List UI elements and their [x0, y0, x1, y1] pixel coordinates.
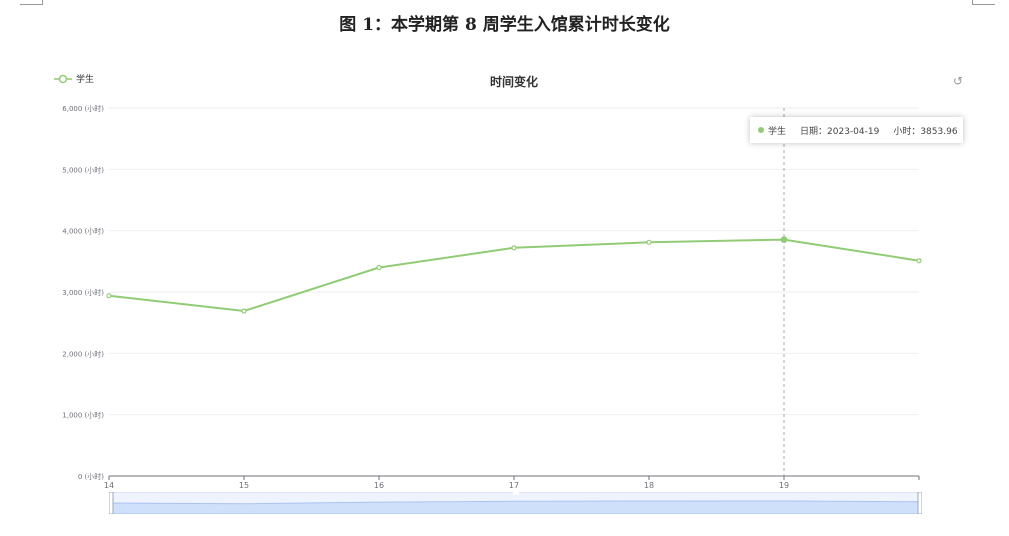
chart-tooltip: 学生 日期：2023-04-19 小时：3853.96 — [750, 117, 963, 143]
series-point[interactable] — [376, 264, 382, 271]
series-point[interactable] — [241, 308, 247, 314]
tooltip-series-label: 学生 — [768, 126, 787, 137]
datazoom-slider[interactable] — [109, 492, 922, 514]
series-point[interactable] — [511, 245, 517, 251]
datazoom-handle-left[interactable] — [109, 492, 114, 514]
x-tick-label: 17 — [509, 481, 519, 490]
y-tick-label: 3,000 (小时) — [62, 288, 104, 297]
y-tick-label: 0 (小时) — [78, 472, 104, 481]
x-tick-label: 19 — [779, 481, 789, 490]
tooltip-date: 日期：2023-04-19 — [800, 126, 880, 137]
line-chart: 0 (小时) 1,000 (小时) 2,000 (小时) 3,000 (小时) 4,00… — [62, 104, 922, 490]
series-point[interactable] — [106, 293, 112, 299]
tooltip-series-dot-icon — [758, 127, 764, 133]
series-point[interactable] — [646, 239, 652, 245]
y-tick-label: 5,000 (小时) — [62, 165, 104, 174]
datazoom-handle-right[interactable] — [917, 492, 922, 514]
series-point[interactable] — [780, 236, 788, 244]
y-tick-label: 1,000 (小时) — [62, 411, 104, 420]
x-tick-label: 16 — [374, 481, 384, 490]
y-tick-label: 2,000 (小时) — [62, 349, 104, 358]
tooltip-hours: 小时：3853.96 — [893, 126, 958, 137]
x-tick-label: 15 — [239, 481, 249, 490]
grid-lines — [109, 107, 919, 416]
axes — [108, 475, 920, 480]
x-tick-labels: 14 15 16 17 18 19 — [104, 481, 789, 490]
y-tick-label: 4,000 (小时) — [62, 227, 104, 236]
series-points — [106, 236, 922, 314]
datazoom-move-handle[interactable] — [513, 492, 519, 495]
x-tick-label: 14 — [104, 481, 114, 490]
y-tick-labels: 0 (小时) 1,000 (小时) 2,000 (小时) 3,000 (小时) 4,00… — [62, 104, 104, 481]
y-tick-label: 6,000 (小时) — [62, 104, 104, 113]
x-tick-label: 18 — [644, 481, 654, 490]
series-point[interactable] — [916, 258, 922, 264]
